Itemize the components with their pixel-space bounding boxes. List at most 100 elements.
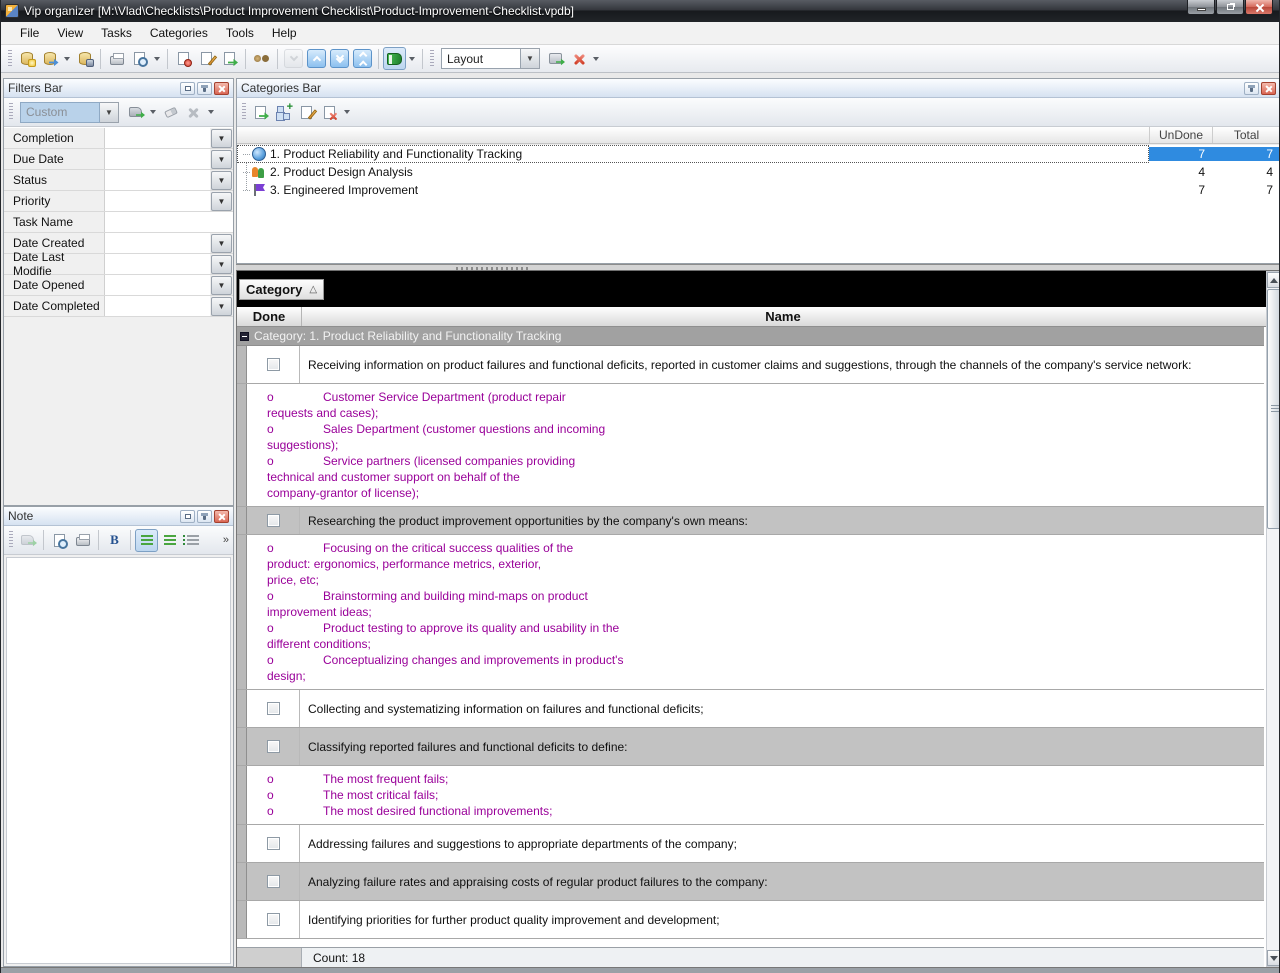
task-detail-row[interactable]: oFocusing on the critical success qualit… [237, 535, 1264, 690]
category-name-cell[interactable]: 1. Product Reliability and Functionality… [237, 145, 1149, 163]
task-checkbox[interactable] [267, 837, 280, 850]
new-subcategory-button[interactable]: + [272, 101, 295, 124]
task-checkbox[interactable] [267, 358, 280, 371]
filter-value-field[interactable] [104, 296, 210, 316]
minimize-button[interactable] [1187, 0, 1215, 15]
menu-tasks[interactable]: Tasks [92, 23, 141, 43]
total-column-header[interactable]: Total [1212, 127, 1280, 143]
task-checkbox[interactable] [267, 740, 280, 753]
move-up-button[interactable] [305, 47, 328, 70]
scroll-up-button[interactable] [1267, 272, 1280, 288]
menu-file[interactable]: File [11, 23, 48, 43]
bullet-list-button[interactable] [181, 529, 204, 552]
filter-value-field[interactable] [104, 170, 210, 190]
collapse-all-button[interactable] [351, 47, 374, 70]
categories-close-button[interactable] [1261, 82, 1276, 95]
menu-tools[interactable]: Tools [217, 23, 263, 43]
apply-layout-button[interactable] [544, 47, 567, 70]
layout-combo-value[interactable]: Layout [441, 48, 521, 69]
task-row[interactable]: Collecting and systematizing information… [237, 690, 1264, 728]
print-preview-button[interactable] [128, 47, 151, 70]
apply-filter-dropdown-icon[interactable] [150, 110, 156, 114]
categories-toolbar-overflow-icon[interactable] [344, 110, 350, 114]
task-checkbox[interactable] [267, 514, 280, 527]
name-column-header[interactable]: Name [302, 307, 1264, 326]
note-close-button[interactable] [214, 510, 229, 523]
layout-combo-arrow-icon[interactable]: ▼ [521, 48, 540, 69]
categories-pin-button[interactable] [1244, 82, 1259, 95]
print-preview-dropdown-icon[interactable] [154, 57, 160, 61]
filter-preset-arrow-icon[interactable]: ▼ [100, 102, 119, 123]
vertical-scrollbar[interactable] [1266, 271, 1280, 967]
layout-combo[interactable]: Layout ▼ [441, 48, 540, 69]
category-row[interactable]: 1. Product Reliability and Functionality… [237, 145, 1280, 163]
remove-filter-button[interactable] [182, 101, 205, 124]
menu-categories[interactable]: Categories [141, 23, 217, 43]
note-apply-button[interactable] [16, 529, 39, 552]
filter-dropdown-button[interactable]: ▼ [211, 171, 232, 190]
edit-category-button[interactable] [295, 101, 318, 124]
open-database-dropdown-icon[interactable] [64, 57, 70, 61]
scroll-down-button[interactable] [1267, 950, 1280, 966]
filter-value-field[interactable] [104, 212, 233, 232]
complete-task-button[interactable] [218, 47, 241, 70]
filter-value-field[interactable] [104, 254, 210, 274]
restore-button[interactable] [1216, 0, 1244, 15]
note-pin-button[interactable] [197, 510, 212, 523]
category-name-cell[interactable]: 3. Engineered Improvement [237, 181, 1149, 199]
print-button[interactable] [105, 47, 128, 70]
task-detail-row[interactable]: oCustomer Service Department (product re… [237, 384, 1264, 507]
new-category-button[interactable] [249, 101, 272, 124]
task-row[interactable]: Classifying reported failures and functi… [237, 728, 1264, 766]
filter-dropdown-button[interactable]: ▼ [211, 150, 232, 169]
done-column-header[interactable]: Done [237, 307, 302, 326]
move-down-button[interactable] [282, 47, 305, 70]
note-preview-button[interactable] [48, 529, 71, 552]
apply-filter-button[interactable] [124, 101, 147, 124]
task-detail-row[interactable]: oThe most frequent fails;oThe most criti… [237, 766, 1264, 825]
task-row[interactable]: Receiving information on product failure… [237, 346, 1264, 384]
undone-column-header[interactable]: UnDone [1149, 127, 1212, 143]
delete-category-button[interactable] [318, 101, 341, 124]
toolbar-overflow-icon[interactable] [593, 57, 599, 61]
clear-filter-button[interactable] [159, 101, 182, 124]
filter-value-field[interactable] [104, 149, 210, 169]
note-toolbar-overflow[interactable]: » [223, 534, 229, 546]
category-row[interactable]: 2. Product Design Analysis44 [237, 163, 1280, 181]
new-task-button[interactable] [172, 47, 195, 70]
filters-float-button[interactable] [180, 82, 195, 95]
filter-value-field[interactable] [104, 275, 210, 295]
task-checkbox[interactable] [267, 913, 280, 926]
filters-toolbar-overflow-icon[interactable] [208, 110, 214, 114]
new-database-button[interactable] [15, 47, 38, 70]
filters-pin-button[interactable] [197, 82, 212, 95]
group-by-category-button[interactable]: Category △ [239, 279, 324, 300]
filter-preset-combo[interactable]: Custom ▼ [20, 102, 119, 123]
group-row[interactable]: Category: 1. Product Reliability and Fun… [237, 327, 1264, 346]
task-row[interactable]: Addressing failures and suggestions to a… [237, 825, 1264, 863]
task-checkbox[interactable] [267, 702, 280, 715]
collapse-icon[interactable] [240, 332, 249, 341]
horizontal-splitter[interactable] [236, 264, 1280, 271]
filter-value-field[interactable] [104, 233, 210, 253]
notes-view-dropdown-icon[interactable] [409, 57, 415, 61]
filter-dropdown-button[interactable]: ▼ [211, 255, 232, 274]
category-row[interactable]: 3. Engineered Improvement77 [237, 181, 1280, 199]
task-row[interactable]: Analyzing failure rates and appraising c… [237, 863, 1264, 901]
note-content[interactable] [6, 557, 231, 964]
close-button[interactable] [1245, 0, 1273, 15]
filter-preset-value[interactable]: Custom [20, 102, 100, 123]
scrollbar-thumb[interactable] [1267, 289, 1280, 529]
expand-all-button[interactable] [328, 47, 351, 70]
edit-task-button[interactable] [195, 47, 218, 70]
filter-dropdown-button[interactable]: ▼ [211, 234, 232, 253]
filter-value-field[interactable] [104, 128, 210, 148]
filter-value-field[interactable] [104, 191, 210, 211]
bold-button[interactable]: B [103, 529, 126, 552]
filter-dropdown-button[interactable]: ▼ [211, 297, 232, 316]
task-row[interactable]: Identifying priorities for further produ… [237, 901, 1264, 939]
delete-layout-button[interactable] [567, 47, 590, 70]
task-row[interactable]: Researching the product improvement oppo… [237, 507, 1264, 535]
align-left-button[interactable] [135, 529, 158, 552]
menu-view[interactable]: View [48, 23, 92, 43]
